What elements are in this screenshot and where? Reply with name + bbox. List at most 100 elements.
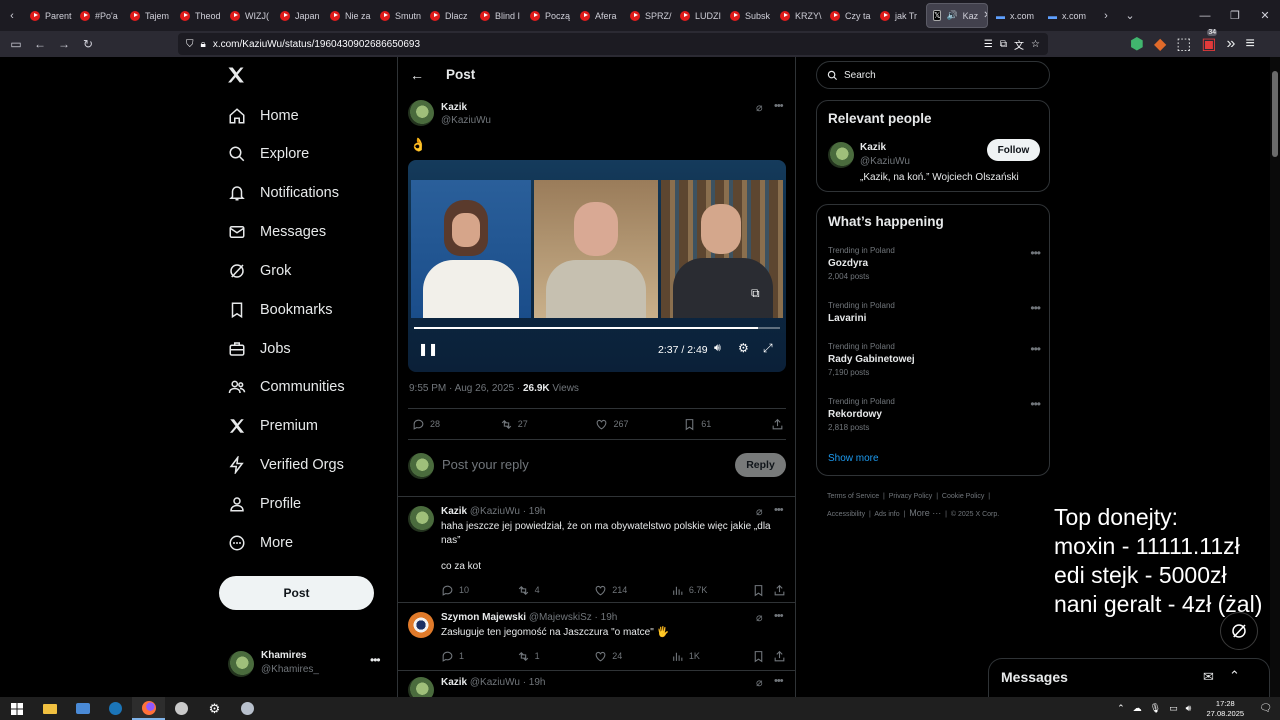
cloud-icon[interactable]: ☁ — [1133, 703, 1142, 714]
back-arrow-icon[interactable]: ← — [410, 67, 424, 83]
nav-home[interactable]: Home — [228, 103, 299, 129]
footer-link[interactable]: Accessibility — [827, 511, 865, 518]
tab-5[interactable]: Japan — [274, 0, 324, 31]
sidebar-toggle-icon[interactable]: ▭ — [4, 31, 28, 57]
bookmark-action[interactable]: 61 — [683, 418, 771, 431]
microphone-icon[interactable]: 🎙︎ — [1150, 703, 1161, 714]
nav-messages[interactable]: Messages — [228, 219, 326, 245]
share-action[interactable] — [773, 650, 786, 663]
settings-gear-icon[interactable]: ⚙ — [198, 697, 231, 720]
clock[interactable]: 17:28 27.08.2025 — [1199, 699, 1251, 719]
post-timestamp[interactable]: 9:55 PM · Aug 26, 2025 · — [409, 383, 523, 394]
trend-more-icon[interactable]: ••• — [1030, 301, 1041, 315]
url-bar[interactable]: ⛉ 🔒︎ x.com/KaziuWu/status/19604309026866… — [178, 33, 1048, 55]
like-action[interactable]: 267 — [595, 418, 683, 431]
video-seekbar[interactable] — [414, 327, 780, 329]
x-logo-icon[interactable] — [226, 65, 246, 85]
trend-item[interactable]: Trending in Poland Gozdyra 2,004 posts •… — [828, 246, 1041, 281]
notification-icon[interactable]: 🗨︎ — [1259, 703, 1272, 714]
bookmark-action[interactable] — [752, 584, 773, 597]
new-message-icon[interactable]: ✉︎ — [1203, 669, 1214, 685]
tab-scroll-left-button[interactable]: ‹ — [0, 0, 24, 31]
settings-gear-icon[interactable]: ⚙ — [738, 341, 749, 355]
trend-more-icon[interactable]: ••• — [1030, 397, 1041, 411]
person-avatar[interactable] — [828, 142, 854, 168]
tab-6[interactable]: Nie za — [324, 0, 374, 31]
reload-button[interactable]: ↻ — [76, 31, 100, 57]
nav-verified-orgs[interactable]: Verified Orgs — [228, 452, 344, 478]
tab-16[interactable]: Czy ta — [824, 0, 874, 31]
reply-author-name[interactable]: Szymon Majewski — [441, 612, 526, 623]
tab-7[interactable]: Smutn — [374, 0, 424, 31]
reply-action[interactable]: 10 — [441, 584, 517, 597]
reply-more-icon[interactable]: ••• — [774, 504, 784, 516]
reply-time[interactable]: · 19h — [523, 506, 546, 517]
translate-icon[interactable]: 文 — [1014, 37, 1024, 52]
app-icon-3[interactable] — [231, 697, 264, 720]
reply-time[interactable]: · 19h — [523, 677, 546, 688]
follow-button[interactable]: Follow — [987, 139, 1040, 161]
volume-icon[interactable]: 🔊︎ — [1186, 703, 1192, 714]
grok-floating-button[interactable] — [1220, 612, 1258, 650]
reply-item[interactable]: Kazik @KaziuWu · 19h ⌀ ••• haha jeszcze … — [398, 496, 795, 602]
trend-more-icon[interactable]: ••• — [1030, 246, 1041, 260]
trend-item[interactable]: Trending in Poland Rekordowy 2,818 posts… — [828, 397, 1041, 432]
repost-action[interactable]: 27 — [500, 418, 596, 431]
tab-active[interactable]: 𝕏 🔊 Kaz ✕ — [926, 3, 988, 28]
extensions-puzzle-icon[interactable]: ⬚ — [1176, 34, 1191, 54]
show-more-link[interactable]: Show more — [828, 453, 879, 464]
tab-4[interactable]: WIZJ( — [224, 0, 274, 31]
footer-link[interactable]: Ads info — [874, 511, 899, 518]
firefox-icon[interactable] — [132, 697, 165, 720]
bookmark-star-icon[interactable]: ☆ — [1031, 39, 1040, 50]
nav-bookmarks[interactable]: Bookmarks — [228, 297, 333, 323]
grok-explain-icon[interactable]: ⌀ — [756, 611, 763, 624]
tab-close-icon[interactable]: ✕ — [983, 10, 987, 21]
tab-17[interactable]: jak Tr — [874, 0, 924, 31]
avatar[interactable] — [408, 612, 434, 638]
tab-10[interactable]: Począ — [524, 0, 574, 31]
author-avatar[interactable] — [408, 100, 434, 126]
share-action[interactable] — [773, 584, 786, 597]
app-icon[interactable] — [66, 697, 99, 720]
windows-start-icon[interactable] — [0, 697, 33, 720]
search-input[interactable]: Search — [816, 61, 1050, 89]
steam-icon[interactable] — [99, 697, 132, 720]
tab-9[interactable]: Blind I — [474, 0, 524, 31]
grok-explain-icon[interactable]: ⌀ — [756, 676, 763, 689]
tab-xcom-2[interactable]: ▬ x.com — [1042, 0, 1094, 31]
trend-item[interactable]: Trending in Poland Rady Gabinetowej 7,19… — [828, 342, 1041, 377]
list-all-tabs-button[interactable]: ⌄ — [1118, 0, 1142, 31]
video-player[interactable]: ⧉ ❚❚ 2:37 / 2:49 🔊︎ ⚙ ⤢ — [408, 160, 786, 372]
tab-2[interactable]: Tajem — [124, 0, 174, 31]
extension-icon[interactable]: ◆ — [1154, 34, 1166, 54]
footer-link[interactable]: Cookie Policy — [942, 493, 984, 500]
forward-button[interactable]: → — [52, 31, 76, 57]
bookmark-action[interactable] — [752, 650, 773, 663]
repost-action[interactable]: 4 — [517, 584, 595, 597]
grok-explain-icon[interactable]: ⌀ — [756, 101, 763, 114]
window-close-button[interactable]: ✕ — [1250, 0, 1280, 31]
trend-item[interactable]: Trending in Poland Lavarini ••• — [828, 301, 1041, 324]
nav-premium[interactable]: Premium — [228, 413, 318, 439]
grok-explain-icon[interactable]: ⌀ — [756, 505, 763, 518]
author-name[interactable]: Kazik — [441, 102, 467, 113]
avatar[interactable] — [408, 677, 434, 697]
tab-scroll-right-button[interactable]: › — [1094, 0, 1118, 31]
reply-author-handle[interactable]: @MajewskiSz — [529, 612, 592, 623]
nav-profile[interactable]: Profile — [228, 491, 301, 517]
reader-view-icon[interactable]: ☰ — [984, 39, 993, 50]
page-scrollbar[interactable] — [1270, 57, 1280, 697]
app-menu-icon[interactable]: ≡ — [1245, 35, 1254, 53]
nav-notifications[interactable]: Notifications — [228, 180, 339, 206]
pause-icon[interactable]: ❚❚ — [418, 342, 438, 356]
tab-0[interactable]: Parent — [24, 0, 74, 31]
reply-item[interactable]: Szymon Majewski @MajewskiSz · 19h ⌀ ••• … — [398, 602, 795, 670]
app-icon-2[interactable] — [165, 697, 198, 720]
share-action[interactable] — [771, 418, 784, 431]
pip-icon[interactable]: ⧉ — [1000, 39, 1007, 50]
trend-more-icon[interactable]: ••• — [1030, 342, 1041, 356]
network-icon[interactable]: ▭ — [1169, 703, 1178, 714]
tab-3[interactable]: Theod — [174, 0, 224, 31]
tab-1[interactable]: #Po'a — [74, 0, 124, 31]
